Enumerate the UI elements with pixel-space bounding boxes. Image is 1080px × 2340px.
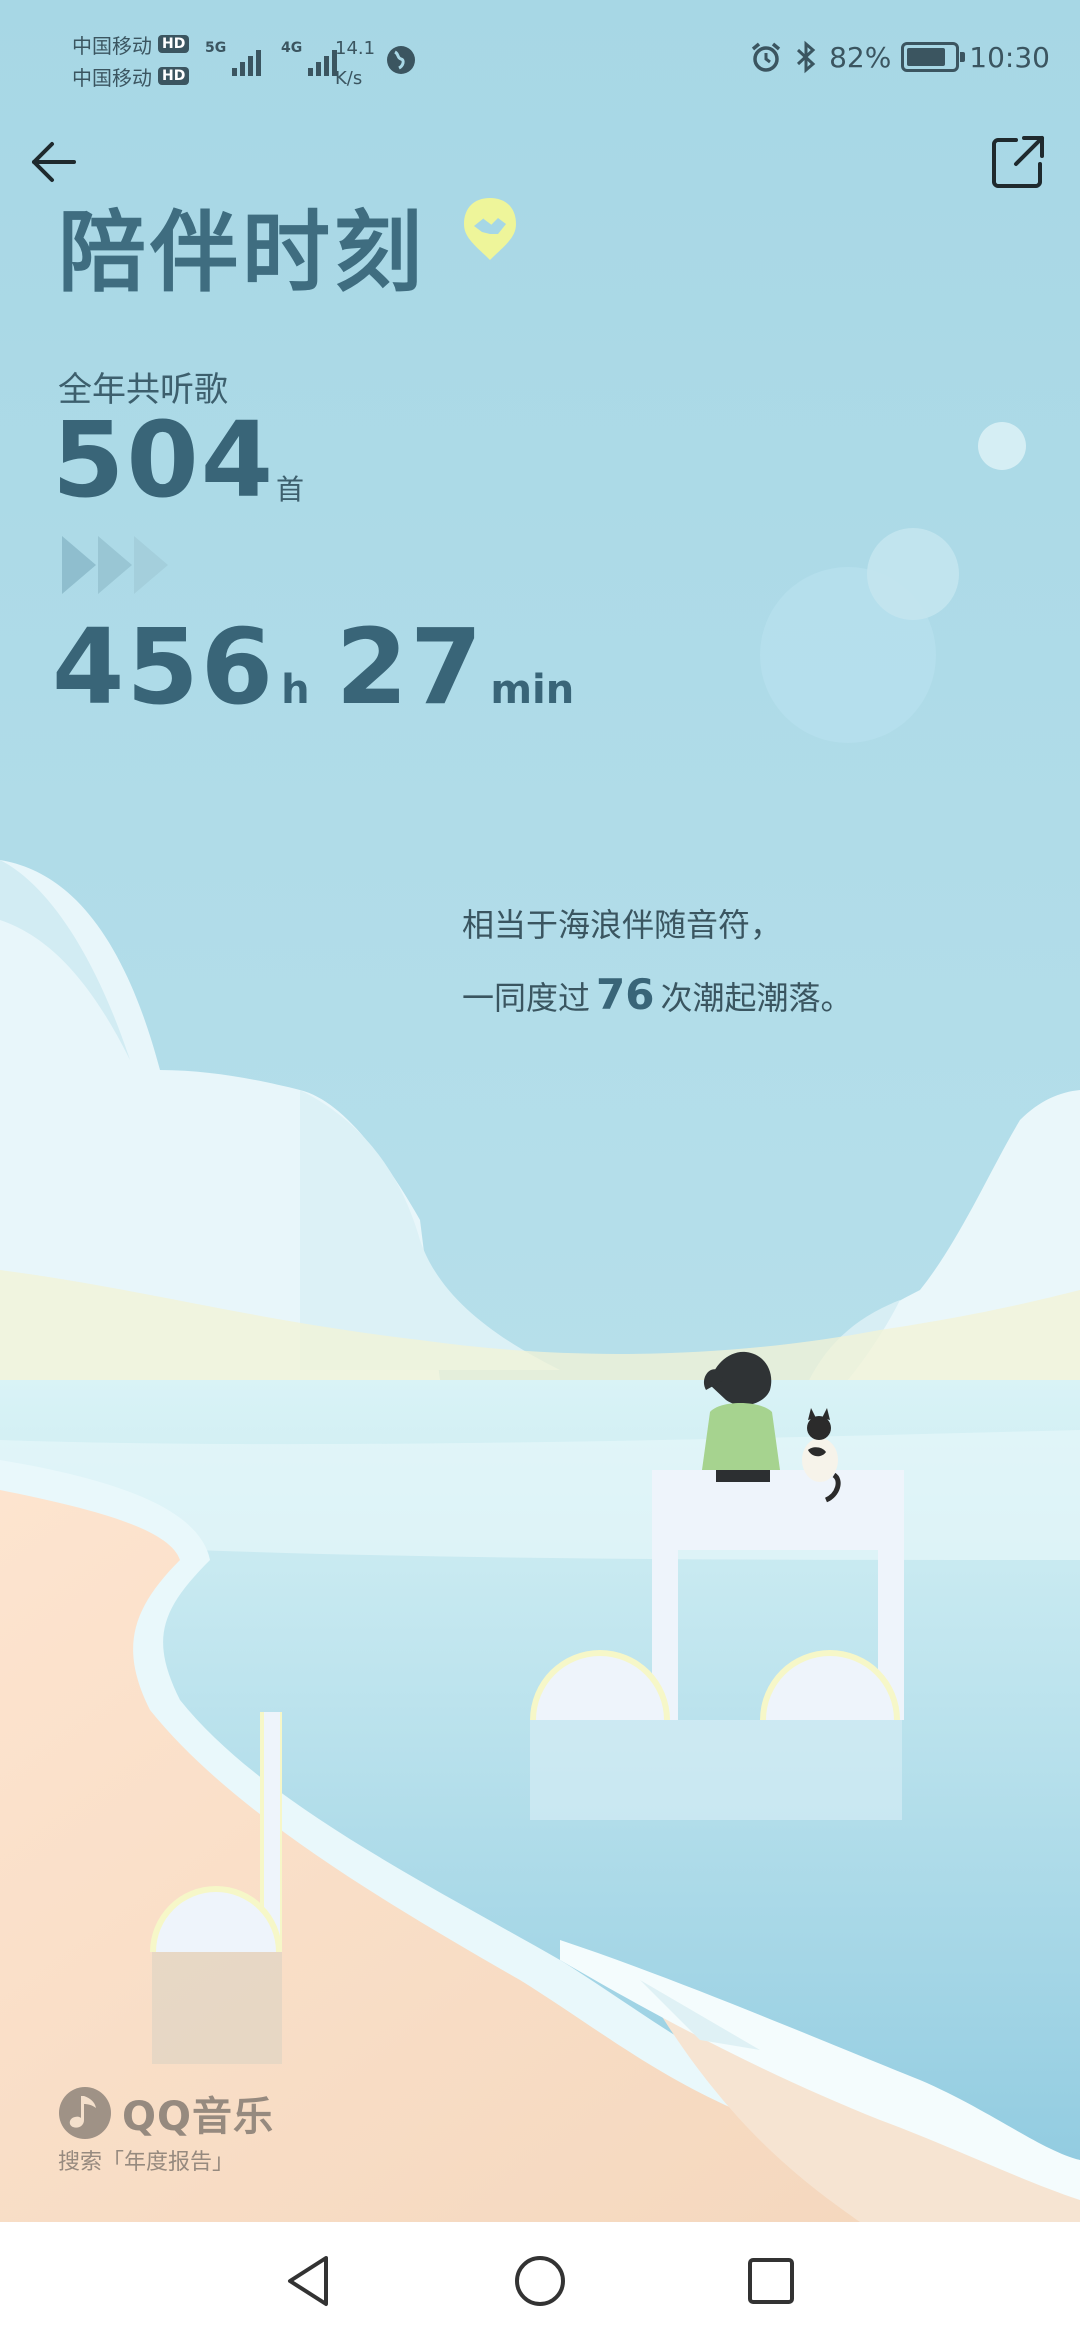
status-bar: 中国移动 HD 中国移动 HD 5G 4G 14.1 K/s 82% 10:30	[0, 0, 1080, 120]
song-unit: 首	[276, 473, 305, 506]
page-title: 陪伴时刻	[58, 201, 427, 304]
listening-hours: 456	[52, 606, 276, 728]
system-navigation-bar	[0, 2222, 1080, 2340]
hd-badge: HD	[158, 35, 190, 53]
hd-badge: HD	[158, 67, 190, 85]
share-external-icon	[992, 136, 1044, 188]
globe-icon	[387, 46, 415, 74]
carrier-line-2: 中国移动 HD	[72, 60, 190, 92]
carrier-line-1: 中国移动 HD	[72, 28, 190, 60]
clock-time: 10:30	[969, 40, 1050, 74]
song-count: 504	[52, 399, 276, 521]
description-prefix: 一同度过	[462, 979, 591, 1017]
brand-logo: QQ音乐	[58, 2084, 274, 2142]
nav-home-circle-icon	[515, 2256, 565, 2306]
signal-5g-icon: 5G	[205, 40, 261, 76]
back-button[interactable]	[24, 130, 88, 194]
description-line-2: 一同度过 76 次潮起潮落。	[462, 960, 852, 1033]
bubble-medium	[867, 528, 959, 620]
arrow-left-icon	[32, 142, 76, 182]
alarm-icon	[751, 42, 781, 72]
network-speed-value: 14.1	[335, 38, 376, 59]
carrier-name: 中国移动	[72, 65, 152, 90]
network-speed-unit: K/s	[335, 68, 363, 89]
tide-count: 76	[596, 970, 655, 1019]
battery-level	[907, 48, 946, 66]
share-button[interactable]	[986, 130, 1050, 194]
status-right: 82% 10:30	[749, 40, 1050, 74]
listening-time: 456 h 27 min	[52, 615, 600, 719]
person-figure	[702, 1351, 780, 1482]
nav-recent-button[interactable]	[740, 2250, 802, 2312]
network-speed: 14.1 K/s	[335, 34, 385, 94]
tide-description: 相当于海浪伴随音符， 一同度过 76 次潮起潮落。	[462, 890, 852, 1033]
description-suffix: 次潮起潮落。	[660, 979, 853, 1017]
carrier-info: 中国移动 HD 中国移动 HD	[72, 28, 190, 92]
hours-unit: h	[281, 667, 310, 713]
description-line-1: 相当于海浪伴随音符，	[462, 906, 783, 944]
bubble-small	[978, 422, 1026, 470]
triple-arrow-icon	[62, 536, 168, 594]
brand-name: QQ音乐	[122, 2094, 275, 2140]
handshake-badge-icon	[464, 198, 516, 260]
search-hint: 搜索「年度报告」	[58, 2150, 235, 2175]
signal-4g-icon: 4G	[281, 40, 337, 76]
nav-back-button[interactable]	[278, 2250, 340, 2312]
battery-icon	[901, 42, 966, 72]
qq-music-logo-icon	[59, 2087, 111, 2139]
year-report-screen: 中国移动 HD 中国移动 HD 5G 4G 14.1 K/s 82% 10:30…	[0, 0, 1080, 2340]
nav-back-triangle-icon	[288, 2256, 328, 2306]
battery-percent: 82%	[829, 40, 892, 74]
signal-indicators: 5G 4G	[205, 40, 337, 76]
listening-minutes: 27	[335, 606, 485, 728]
bluetooth-icon	[797, 40, 816, 74]
carrier-name: 中国移动	[72, 33, 152, 58]
nav-home-button[interactable]	[509, 2250, 571, 2312]
beach-illustration	[0, 0, 1080, 2222]
nav-recent-square-icon	[748, 2258, 794, 2304]
minutes-unit: min	[490, 667, 575, 713]
